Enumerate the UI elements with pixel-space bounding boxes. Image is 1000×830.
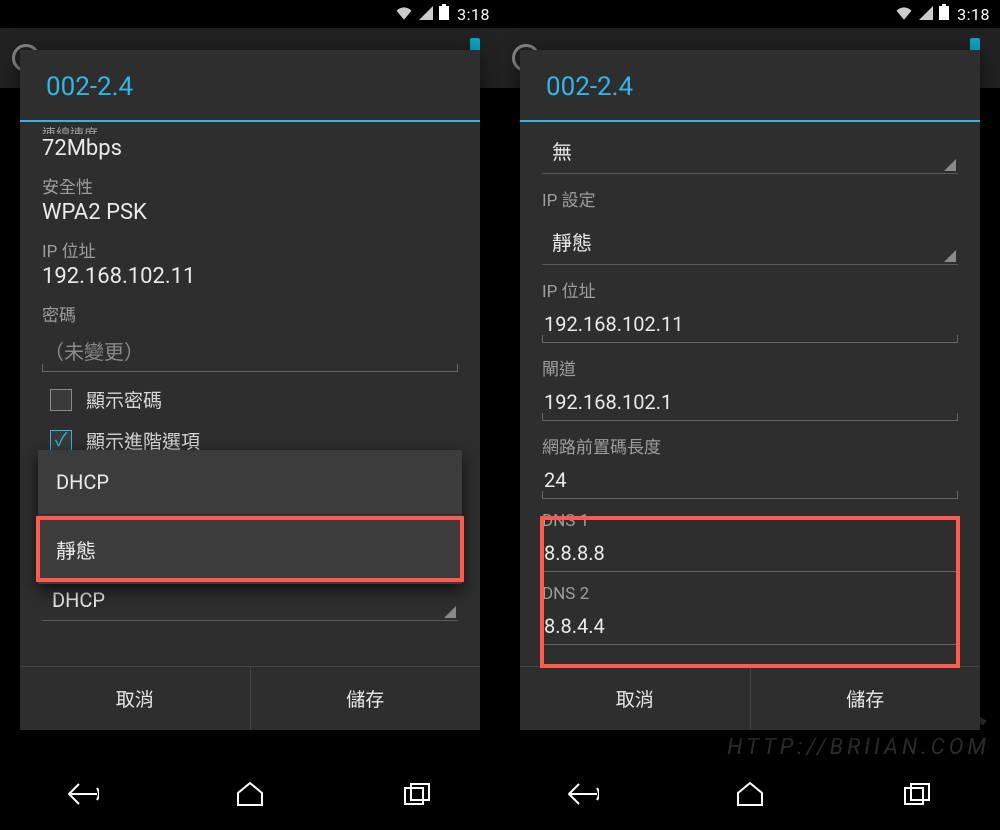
security-value: WPA2 PSK [42,200,458,225]
dialog-body[interactable]: 連線速度 72Mbps 安全性 WPA2 PSK IP 位址 192.168.1… [20,122,480,666]
prefix-length-label: 網路前置碼長度 [542,433,958,458]
wifi-icon [395,5,413,24]
wifi-icon [895,5,913,24]
ip-settings-spinner[interactable]: DHCP [42,578,458,621]
home-icon[interactable] [730,774,770,814]
clock-text: 3:18 [457,5,490,24]
signal-icon [919,5,933,24]
ip-address-label: IP 位址 [42,237,458,262]
save-button[interactable]: 儲存 [750,667,981,730]
watermark-url: HTTP://BRIIAN.COM [727,735,990,760]
nav-bar [0,758,500,830]
ip-settings-dropdown: DHCP 靜態 [38,450,462,584]
dialog-button-bar: 取消 儲存 [20,666,480,730]
cancel-button[interactable]: 取消 [520,667,750,730]
dialog-body[interactable]: 無 IP 設定 靜態 IP 位址 192.168.102.11 閘道 192.1… [520,122,980,666]
dialog-button-bar: 取消 儲存 [520,666,980,730]
ip-address-input[interactable]: 192.168.102.11 [542,306,958,343]
password-input[interactable]: （未變更） [42,330,458,372]
phone-left: 3:18 002-2.4 連線速度 72Mbps 安全性 WPA2 PSK IP… [0,0,500,830]
dialog-title: 002-2.4 [20,50,480,120]
dialog-title: 002-2.4 [520,50,980,120]
signal-icon [419,5,433,24]
dns1-label: DNS 1 [542,511,958,531]
ip-settings-label: IP 設定 [542,186,958,211]
home-icon[interactable] [230,774,270,814]
battery-icon [439,4,449,24]
security-label: 安全性 [42,173,458,198]
ip-settings-spinner[interactable]: 靜態 [542,217,958,265]
show-password-checkbox[interactable] [50,389,72,411]
recent-icon[interactable] [897,774,937,814]
gateway-label: 閘道 [542,355,958,380]
cancel-button[interactable]: 取消 [20,667,250,730]
dropdown-option-static[interactable]: 靜態 [38,515,462,584]
status-bar: 3:18 [500,0,1000,28]
show-password-row[interactable]: 顯示密碼 [50,386,458,413]
proxy-spinner[interactable]: 無 [542,126,958,174]
link-speed-value: 72Mbps [42,136,458,161]
gateway-input[interactable]: 192.168.102.1 [542,384,958,421]
back-icon[interactable] [63,774,103,814]
prefix-length-input[interactable]: 24 [542,462,958,499]
battery-icon [939,4,949,24]
ip-address-label: IP 位址 [542,277,958,302]
dns2-label: DNS 2 [542,584,958,604]
status-bar: 3:18 [0,0,500,28]
phone-right: 3:18 重灌狂人 HTTP://BRIIAN.COM 002-2.4 無 IP… [500,0,1000,830]
recent-icon[interactable] [397,774,437,814]
save-button[interactable]: 儲存 [250,667,481,730]
dropdown-option-dhcp[interactable]: DHCP [38,450,462,515]
dns2-input[interactable]: 8.8.4.4 [542,608,958,645]
link-speed-label: 連線速度 [42,124,458,134]
nav-bar [500,758,1000,830]
dns1-input[interactable]: 8.8.8.8 [542,535,958,572]
back-icon[interactable] [563,774,603,814]
show-advanced-checkbox[interactable] [50,430,72,452]
ip-address-value: 192.168.102.11 [42,264,458,289]
wifi-dialog: 002-2.4 連線速度 72Mbps 安全性 WPA2 PSK IP 位址 1… [20,50,480,730]
clock-text: 3:18 [957,5,990,24]
password-label: 密碼 [42,301,458,326]
show-password-label: 顯示密碼 [86,386,162,413]
wifi-dialog: 002-2.4 無 IP 設定 靜態 IP 位址 192.168.102.11 … [520,50,980,730]
